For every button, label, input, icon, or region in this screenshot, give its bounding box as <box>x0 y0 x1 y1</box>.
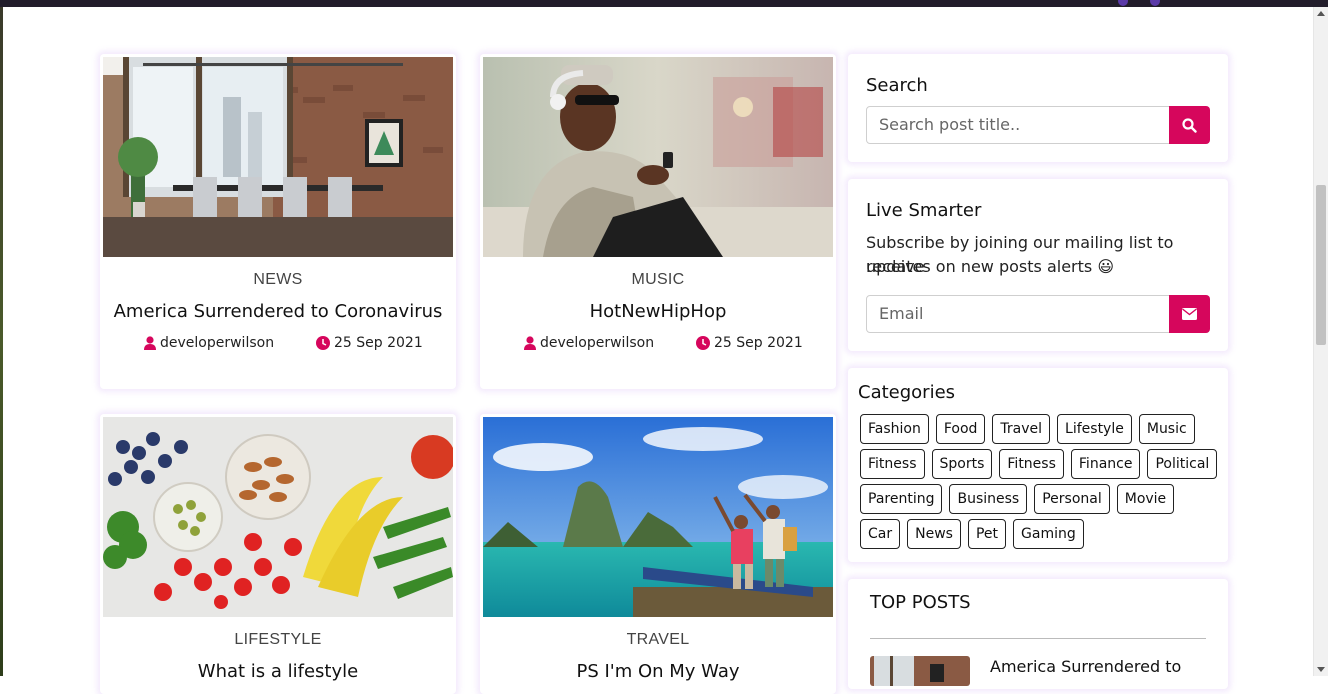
post-title[interactable]: America Surrendered to Coronavirus <box>100 301 456 322</box>
user-icon <box>524 336 536 350</box>
post-author: developerwilson <box>524 335 654 351</box>
post-author-name[interactable]: developerwilson <box>160 335 274 351</box>
scroll-up-arrow-icon[interactable] <box>1317 11 1325 16</box>
search-icon <box>1182 117 1197 133</box>
post-category: NEWS <box>253 271 303 288</box>
browser-top-bar <box>0 0 1328 7</box>
user-icon <box>144 336 156 350</box>
newsletter-text-line2: updates on new posts alerts 😃 <box>866 257 1114 276</box>
top-post-thumbnail[interactable] <box>870 656 970 686</box>
post-date-value: 25 Sep 2021 <box>334 335 423 351</box>
category-tag[interactable]: Fashion <box>860 414 929 444</box>
top-posts-divider <box>870 638 1206 639</box>
category-tag[interactable]: Travel <box>992 414 1051 444</box>
search-button[interactable] <box>1169 106 1210 144</box>
category-tag[interactable]: Movie <box>1116 484 1175 514</box>
category-tag[interactable]: Lifestyle <box>1057 414 1132 444</box>
post-image-dining-room[interactable] <box>103 57 453 257</box>
post-category: TRAVEL <box>626 631 690 648</box>
category-tag[interactable]: Fitness <box>860 449 925 479</box>
subscribe-button[interactable] <box>1169 295 1210 333</box>
categories-widget: Categories Fashion Food Travel Lifestyle… <box>848 368 1228 562</box>
post-title[interactable]: PS I'm On My Way <box>480 661 836 682</box>
top-posts-title: TOP POSTS <box>870 592 971 613</box>
search-title: Search <box>866 75 928 96</box>
category-tag[interactable]: Food <box>935 414 986 444</box>
category-tag[interactable]: News <box>907 519 961 549</box>
newsletter-title: Live Smarter <box>866 200 982 221</box>
clock-icon <box>316 336 330 350</box>
post-card[interactable]: TRAVEL PS I'm On My Way <box>480 414 836 694</box>
category-tag[interactable]: Pet <box>967 519 1007 549</box>
post-category: LIFESTYLE <box>234 631 322 648</box>
page-scrollbar[interactable] <box>1313 7 1328 676</box>
category-tag-list: Fashion Food Travel Lifestyle Music Fitn… <box>860 414 1220 549</box>
top-bar-icon <box>1118 0 1128 6</box>
post-date-value: 25 Sep 2021 <box>714 335 803 351</box>
post-category: MUSIC <box>631 271 685 288</box>
scroll-down-arrow-icon[interactable] <box>1317 667 1325 672</box>
top-bar-icon <box>1150 0 1160 6</box>
envelope-icon <box>1182 308 1197 320</box>
category-tag[interactable]: Parenting <box>860 484 943 514</box>
post-title[interactable]: HotNewHipHop <box>480 301 836 322</box>
category-tag[interactable]: Gaming <box>1013 519 1084 549</box>
post-date: 25 Sep 2021 <box>316 335 423 351</box>
post-card[interactable]: LIFESTYLE What is a lifestyle <box>100 414 456 694</box>
clock-icon <box>696 336 710 350</box>
search-widget: Search Search post title.. <box>848 54 1228 162</box>
post-card[interactable]: MUSIC HotNewHipHop developerwilson 25 Se… <box>480 54 836 389</box>
search-input[interactable]: Search post title.. <box>866 106 1170 144</box>
categories-title: Categories <box>858 382 956 403</box>
email-field[interactable]: Email <box>866 295 1170 333</box>
post-image-man-with-headphones[interactable] <box>483 57 833 257</box>
category-tag[interactable]: Finance <box>1070 449 1141 479</box>
top-post-title[interactable]: America Surrendered to <box>990 657 1181 676</box>
left-edge-strip <box>0 7 3 676</box>
category-tag[interactable]: Music <box>1138 414 1195 444</box>
post-image-tropical-beach-travelers[interactable] <box>483 417 833 617</box>
category-tag[interactable]: Car <box>860 519 901 549</box>
post-card[interactable]: NEWS America Surrendered to Coronavirus … <box>100 54 456 389</box>
post-image-fruits-and-vegetables[interactable] <box>103 417 453 617</box>
category-tag[interactable]: Business <box>949 484 1028 514</box>
post-date: 25 Sep 2021 <box>696 335 803 351</box>
category-tag[interactable]: Political <box>1147 449 1218 479</box>
scrollbar-thumb[interactable] <box>1316 185 1326 345</box>
newsletter-widget: Live Smarter Subscribe by joining our ma… <box>848 179 1228 351</box>
post-title[interactable]: What is a lifestyle <box>100 661 456 682</box>
category-tag[interactable]: Personal <box>1034 484 1110 514</box>
category-tag[interactable]: Sports <box>931 449 993 479</box>
post-author-name[interactable]: developerwilson <box>540 335 654 351</box>
category-tag[interactable]: Fitness <box>999 449 1064 479</box>
post-author: developerwilson <box>144 335 274 351</box>
top-posts-widget: TOP POSTS America Surrendered to <box>848 579 1228 689</box>
